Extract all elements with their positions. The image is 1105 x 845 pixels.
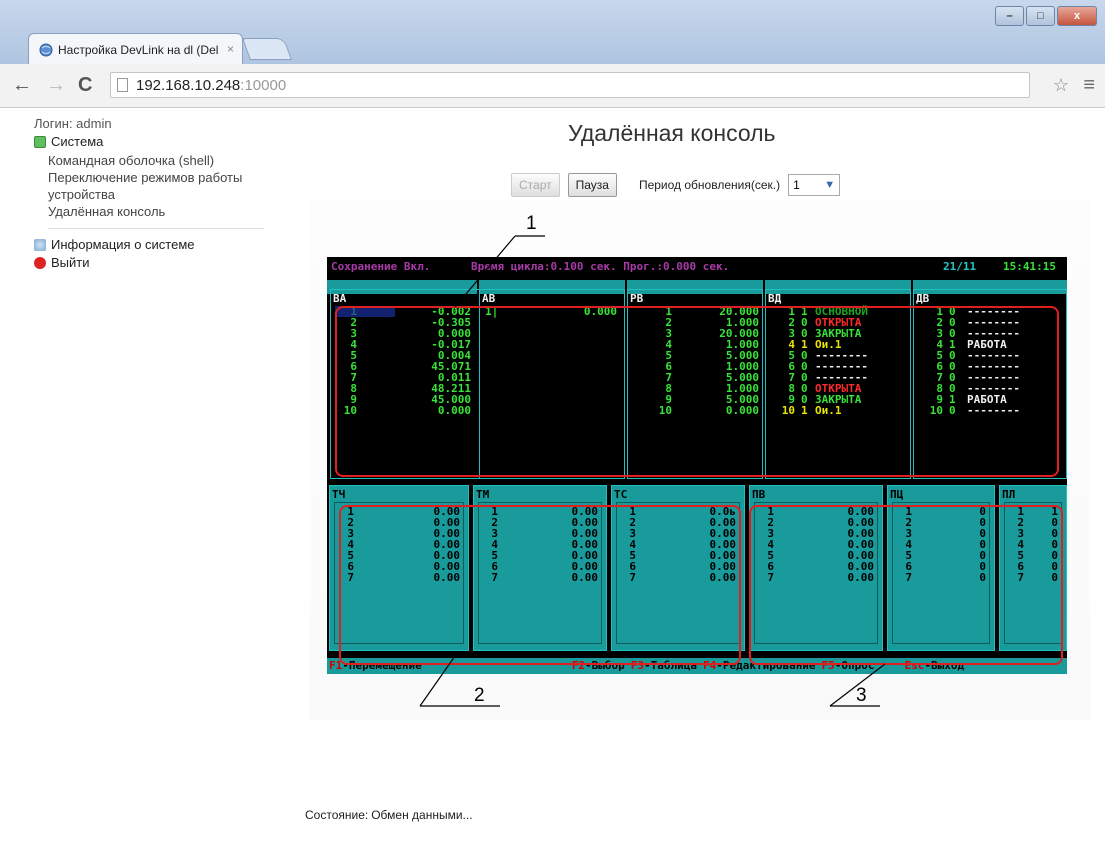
reload-icon[interactable]: C	[78, 74, 92, 97]
power-icon	[34, 256, 46, 269]
page-title: Удалённая консоль	[568, 120, 776, 146]
sidebar-item-mode-switch[interactable]: Переключение режимов работы устройства	[48, 169, 278, 203]
panel-title: АВ	[482, 292, 496, 305]
panel-title: ТС	[614, 488, 628, 501]
start-button[interactable]: Старт	[511, 173, 560, 197]
sidebar-item-logout[interactable]: Выйти	[34, 255, 294, 270]
sidebar-section-label: Система	[51, 134, 104, 149]
callout-label-1: 1	[526, 213, 537, 234]
period-value: 1	[793, 178, 800, 192]
console-time: 15:41:15	[1003, 260, 1056, 273]
new-tab-button[interactable]	[241, 38, 293, 60]
address-bar[interactable]: 192.168.10.248:10000	[110, 72, 1030, 98]
panel-title: ПЛ	[1002, 488, 1016, 501]
login-label: Логин: admin	[34, 116, 112, 131]
callout-label-3: 3	[856, 685, 867, 706]
console-date: 21/11	[943, 260, 977, 273]
maximize-button[interactable]: □	[1026, 6, 1055, 26]
address-port: :10000	[240, 76, 287, 94]
panel-title: ДВ	[916, 292, 930, 305]
browser-tab[interactable]: Настройка DevLink на dl (Del ×	[28, 33, 243, 65]
panel-title: ПВ	[752, 488, 766, 501]
sidebar-divider	[48, 228, 264, 229]
browser-titlebar: Настройка DevLink на dl (Del × – □ x	[0, 0, 1105, 65]
console-controls: Старт Пауза Период обновления(сек.) 1 ▼	[511, 173, 841, 197]
bookmark-star-icon[interactable]: ☆	[1053, 75, 1069, 96]
sidebar-item-remote-console[interactable]: Удалённая консоль	[48, 203, 294, 220]
page-icon	[117, 78, 128, 92]
sidebar-item-system-info[interactable]: Информация о системе	[34, 237, 294, 252]
close-window-button[interactable]: x	[1057, 6, 1097, 26]
globe-icon	[39, 43, 53, 56]
window-controls: – □ x	[995, 6, 1097, 26]
info-icon	[34, 238, 46, 251]
status-value: Обмен данными...	[371, 808, 473, 822]
period-select[interactable]: 1 ▼	[788, 174, 841, 196]
connection-status: Состояние: Обмен данными...	[302, 808, 473, 822]
sidebar-item-label: Выйти	[51, 255, 90, 270]
highlight-frame-1	[335, 306, 1059, 477]
highlight-frame-3	[749, 505, 1063, 665]
panel-title: РВ	[630, 292, 644, 305]
minimize-button[interactable]: –	[995, 6, 1024, 26]
panel-title: ПЦ	[890, 488, 904, 501]
chevron-down-icon: ▼	[824, 179, 836, 191]
period-label: Период обновления(сек.)	[638, 178, 781, 192]
highlight-frame-2	[339, 505, 741, 665]
tab-close-icon[interactable]: ×	[227, 42, 234, 56]
console-save-status: Сохранение Вкл.	[331, 260, 431, 273]
sidebar-item-label: Информация о системе	[51, 237, 195, 252]
sidebar: Логин: admin Система Командная оболочка …	[34, 116, 294, 273]
panel-title: ТМ	[476, 488, 490, 501]
back-arrow-icon[interactable]: ←	[12, 74, 32, 97]
console-cycle-time: Время цикла:0.100 сек. Прог.:0.000 сек.	[470, 260, 730, 273]
sidebar-item-shell[interactable]: Командная оболочка (shell)	[48, 152, 294, 169]
console-status-line: Сохранение Вкл. Время цикла:0.100 сек. П…	[331, 260, 1065, 274]
address-host: 192.168.10.248	[136, 76, 241, 94]
forward-arrow-icon[interactable]: →	[46, 74, 66, 97]
pause-button[interactable]: Пауза	[567, 173, 617, 197]
panel-title: ВД	[768, 292, 782, 305]
callout-label-2: 2	[474, 685, 485, 706]
system-icon	[34, 135, 46, 148]
browser-toolbar: ← → C 192.168.10.248:10000 ☆ ≡	[0, 64, 1105, 108]
tab-title: Настройка DevLink на dl (Del	[58, 42, 219, 57]
browser-menu-icon[interactable]: ≡	[1083, 74, 1095, 97]
panel-title: ТЧ	[332, 488, 346, 501]
sidebar-section-system[interactable]: Система	[34, 134, 294, 149]
panel-title: ВА	[333, 292, 347, 305]
status-label: Состояние:	[305, 808, 369, 822]
